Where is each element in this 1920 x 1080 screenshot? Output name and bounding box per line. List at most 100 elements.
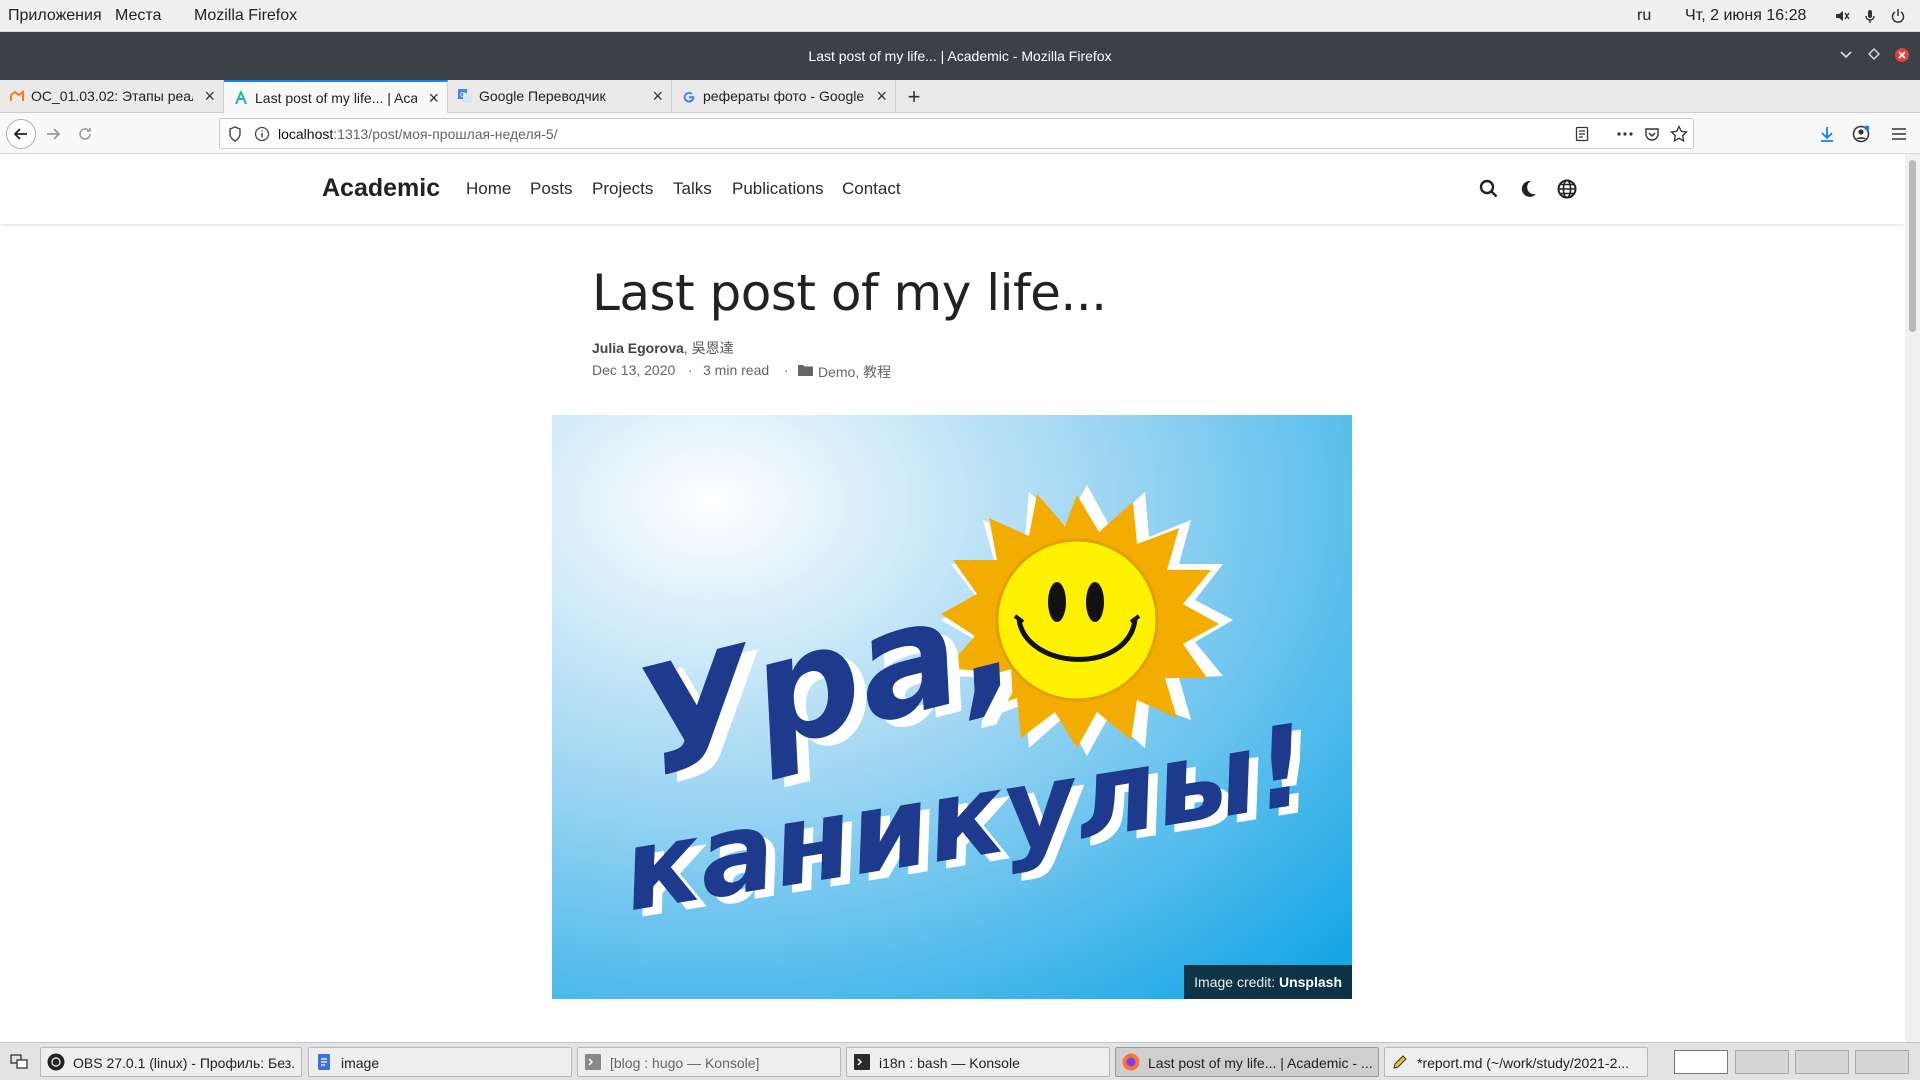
obs-icon	[47, 1053, 65, 1071]
tab-google-translate[interactable]: G Google Переводчик ×	[448, 80, 672, 113]
taskbar-label: *report.md (~/work/study/2021-2...	[1417, 1055, 1630, 1071]
power-icon[interactable]	[1890, 8, 1906, 24]
close-window-button[interactable]	[1893, 47, 1911, 65]
url-text[interactable]: localhost:1313/post/моя-прошлая-неделя-5…	[278, 126, 558, 142]
diamond-icon	[1868, 48, 1880, 60]
taskbar-item-editor[interactable]: *report.md (~/work/study/2021-2...	[1384, 1047, 1648, 1077]
close-icon	[1895, 48, 1909, 62]
window-title: Last post of my life... | Academic - Moz…	[808, 48, 1112, 64]
holiday-sun-image: Ура, Ура, каникулы! каникулы!	[552, 415, 1352, 999]
taskbar-item-image[interactable]: image	[308, 1047, 572, 1077]
tab-label: ОС_01.03.02: Этапы реали	[31, 88, 193, 104]
academic-icon	[235, 91, 247, 105]
taskbar-item-konsole-blog[interactable]: [blog : hugo — Konsole]	[577, 1047, 841, 1077]
folder-icon	[798, 365, 813, 376]
svg-text:G: G	[460, 91, 465, 99]
hamburger-menu-icon[interactable]	[1890, 126, 1908, 142]
arrow-left-icon	[13, 128, 27, 140]
tab-label: Last post of my life... | Aca	[255, 90, 417, 106]
page-scrollbar[interactable]	[1905, 154, 1920, 1042]
window-titlebar[interactable]: Last post of my life... | Academic - Moz…	[0, 32, 1920, 80]
url-host: localhost	[278, 126, 334, 142]
account-icon[interactable]	[1851, 124, 1871, 144]
taskbar-label: Last post of my life... | Academic - ...	[1148, 1055, 1372, 1071]
taskbar: OBS 27.0.1 (linux) - Профиль: Без... ima…	[0, 1042, 1920, 1080]
credit-link[interactable]: Unsplash	[1279, 974, 1342, 990]
tab-label: рефераты фото - Google	[703, 88, 865, 104]
reader-view-icon[interactable]	[1574, 126, 1590, 142]
maximize-button[interactable]	[1865, 47, 1883, 65]
author-link[interactable]: Julia Egorova	[592, 340, 684, 356]
terminal-icon	[854, 1054, 870, 1070]
bookmark-star-icon[interactable]	[1670, 125, 1688, 143]
minimize-button[interactable]	[1837, 47, 1855, 65]
arrow-right-icon	[47, 128, 61, 140]
tab-strip: ОС_01.03.02: Этапы реали × Last post of …	[0, 80, 1920, 113]
scrollbar-thumb[interactable]	[1909, 160, 1916, 332]
forward-button[interactable]	[40, 121, 66, 147]
download-icon[interactable]	[1818, 125, 1836, 143]
google-icon	[683, 91, 695, 103]
workspace-2[interactable]	[1735, 1050, 1789, 1074]
meta-separator: ·	[784, 362, 789, 378]
pencil-icon	[1393, 1055, 1407, 1069]
nav-posts[interactable]: Posts	[530, 179, 573, 199]
shield-icon[interactable]	[228, 126, 242, 142]
back-button[interactable]	[6, 119, 36, 149]
site-navbar: Academic Home Posts Projects Talks Publi…	[0, 154, 1905, 224]
nav-contact[interactable]: Contact	[842, 179, 901, 199]
url-bar[interactable]: localhost:1313/post/моя-прошлая-неделя-5…	[219, 118, 1694, 149]
taskbar-label: OBS 27.0.1 (linux) - Профиль: Без...	[73, 1055, 295, 1071]
speaker-muted-icon[interactable]	[1834, 8, 1850, 24]
featured-image: Ура, Ура, каникулы! каникулы! Image cred…	[552, 415, 1352, 999]
meta-separator: ·	[688, 362, 693, 378]
nav-projects[interactable]: Projects	[592, 179, 653, 199]
taskbar-label: image	[341, 1055, 380, 1071]
workspace-3[interactable]	[1795, 1050, 1849, 1074]
places-menu[interactable]: Места	[115, 7, 161, 25]
workspace-1[interactable]	[1674, 1050, 1728, 1074]
close-icon[interactable]: ×	[428, 88, 439, 109]
taskbar-label: [blog : hugo — Konsole]	[610, 1055, 760, 1071]
post-date: Dec 13, 2020	[592, 362, 676, 378]
firefox-icon	[1122, 1053, 1140, 1071]
read-time: 3 min read	[703, 362, 770, 378]
taskbar-item-konsole-i18n[interactable]: i18n : bash — Konsole	[846, 1047, 1110, 1077]
workspace-4[interactable]	[1855, 1050, 1909, 1074]
applications-menu[interactable]: Приложения	[8, 7, 102, 25]
google-translate-icon: G	[458, 89, 472, 103]
reload-button[interactable]	[72, 121, 98, 147]
close-icon[interactable]: ×	[204, 86, 215, 107]
tab-google-search[interactable]: рефераты фото - Google ×	[672, 80, 896, 113]
new-tab-button[interactable]: +	[902, 84, 926, 110]
taskbar-item-obs[interactable]: OBS 27.0.1 (linux) - Профиль: Без...	[40, 1047, 302, 1077]
active-app-menu[interactable]: Mozilla Firefox	[194, 7, 297, 25]
info-icon[interactable]	[254, 126, 270, 142]
nav-publications[interactable]: Publications	[732, 179, 824, 199]
moon-icon[interactable]	[1517, 178, 1539, 200]
close-icon[interactable]: ×	[652, 86, 663, 107]
nav-home[interactable]: Home	[466, 179, 511, 199]
top-panel: Приложения Места Mozilla Firefox ru Чт, …	[0, 0, 1920, 32]
author-others: , 吳恩達	[683, 340, 734, 356]
tab-os-course[interactable]: ОС_01.03.02: Этапы реали ×	[0, 80, 224, 113]
reload-icon	[79, 128, 91, 140]
pocket-icon[interactable]	[1644, 126, 1660, 142]
terminal-icon	[585, 1054, 601, 1070]
keyboard-layout-indicator[interactable]: ru	[1637, 7, 1651, 25]
show-desktop-icon[interactable]	[10, 1054, 28, 1070]
globe-icon[interactable]	[1556, 178, 1578, 200]
site-brand[interactable]: Academic	[322, 174, 440, 203]
nav-talks[interactable]: Talks	[673, 179, 712, 199]
microphone-icon[interactable]	[1862, 8, 1878, 24]
page-content: Academic Home Posts Projects Talks Publi…	[0, 154, 1920, 1042]
search-icon[interactable]	[1478, 178, 1500, 200]
tab-academic-post[interactable]: Last post of my life... | Aca ×	[224, 80, 448, 113]
chevron-down-icon	[1840, 51, 1852, 59]
url-path: :1313/post/моя-прошлая-неделя-5/	[333, 126, 558, 142]
more-actions-icon[interactable]	[1616, 126, 1634, 142]
post-categories[interactable]: Demo, 教程	[818, 362, 891, 382]
clock[interactable]: Чт, 2 июня 16:28	[1685, 7, 1806, 25]
taskbar-item-firefox[interactable]: Last post of my life... | Academic - ...	[1115, 1047, 1379, 1077]
close-icon[interactable]: ×	[876, 86, 887, 107]
